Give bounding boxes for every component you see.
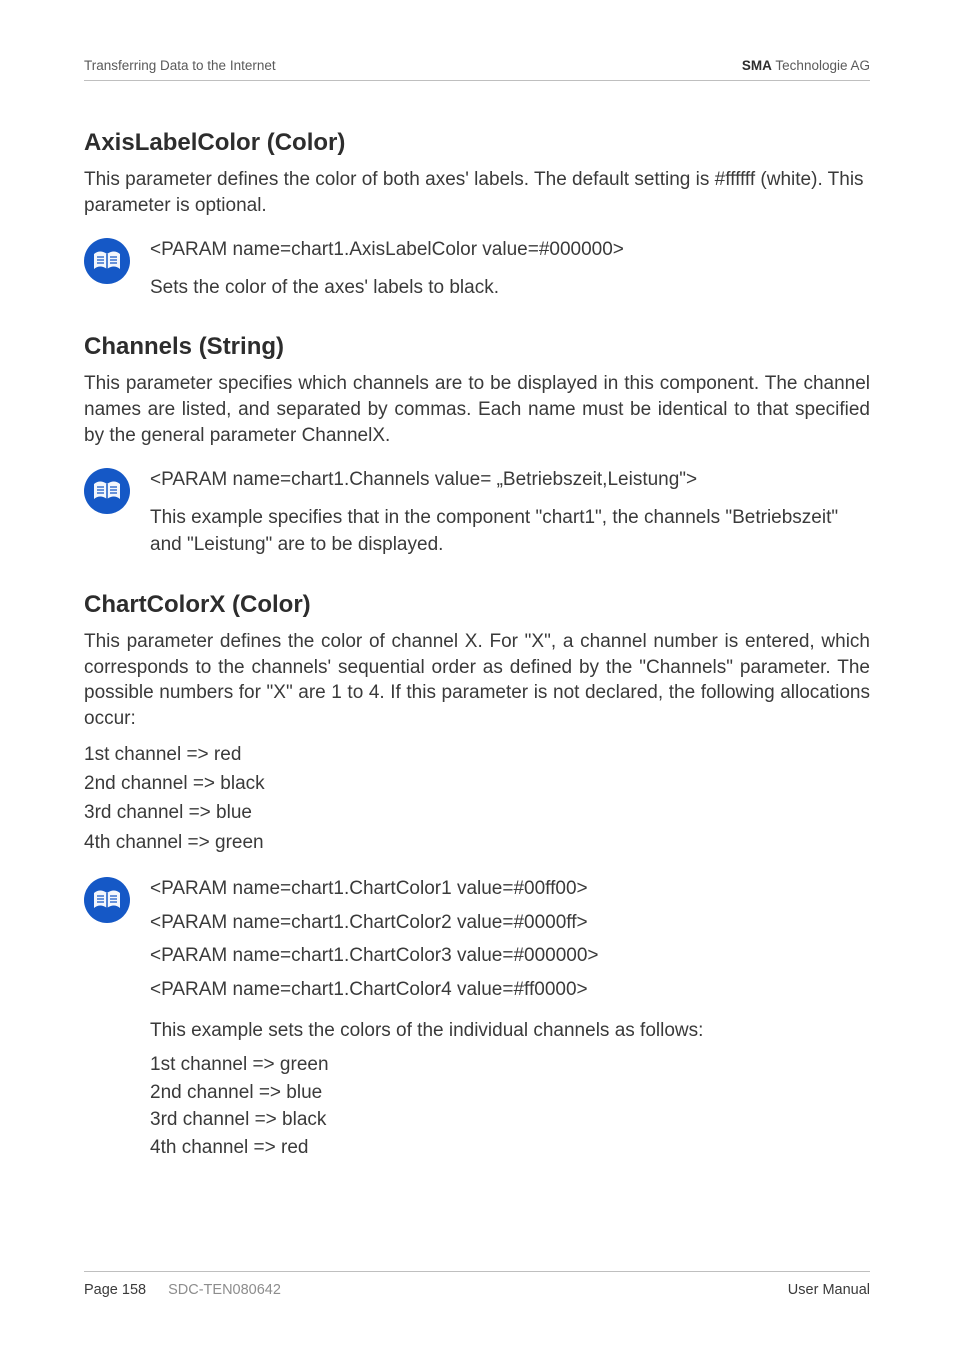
example-channels: <PARAM name=chart1.Channels value= „Betr… — [84, 466, 870, 565]
page-number: Page 158 — [84, 1282, 146, 1298]
heading-axislabelcolor: AxisLabelColor (Color) — [84, 129, 870, 157]
expl-list-item: 3rd channel => black — [150, 1106, 870, 1134]
header-divider — [84, 80, 870, 81]
header-right: SMA Technologie AG — [742, 58, 870, 73]
example-icon-wrap — [84, 236, 132, 284]
expl-channels: This example specifies that in the compo… — [150, 504, 870, 559]
book-icon — [84, 468, 130, 514]
defaults-list: 1st channel => red 2nd channel => black … — [84, 740, 870, 858]
footer-divider — [84, 1271, 870, 1272]
code-axislabelcolor: <PARAM name=chart1.AxisLabelColor value=… — [150, 236, 870, 264]
heading-channels: Channels (String) — [84, 333, 870, 361]
example-icon-wrap — [84, 466, 132, 514]
expl-chartcolorx-intro: This example sets the colors of the indi… — [150, 1017, 870, 1045]
code-line: <PARAM name=chart1.ChartColor3 value=#00… — [150, 942, 870, 970]
default-item: 2nd channel => black — [84, 769, 870, 798]
footer-right: User Manual — [788, 1282, 870, 1298]
code-line: <PARAM name=chart1.ChartColor1 value=#00… — [150, 875, 870, 903]
default-item: 3rd channel => blue — [84, 798, 870, 827]
running-footer: Page 158 SDC-TEN080642 User Manual — [84, 1282, 870, 1298]
book-icon — [84, 877, 130, 923]
expl-list-item: 1st channel => green — [150, 1051, 870, 1079]
running-header: Transferring Data to the Internet SMA Te… — [84, 58, 870, 73]
default-item: 4th channel => green — [84, 828, 870, 857]
expl-list-item: 2nd channel => blue — [150, 1079, 870, 1107]
example-icon-wrap — [84, 875, 132, 923]
book-icon — [84, 238, 130, 284]
heading-chartcolorx: ChartColorX (Color) — [84, 591, 870, 619]
code-line: <PARAM name=chart1.ChartColor2 value=#00… — [150, 909, 870, 937]
desc-axislabelcolor: This parameter defines the color of both… — [84, 167, 870, 218]
brand-suffix: Technologie AG — [772, 58, 870, 73]
expl-list-item: 4th channel => red — [150, 1134, 870, 1162]
header-left: Transferring Data to the Internet — [84, 58, 276, 73]
brand-name: SMA — [742, 58, 772, 73]
example-chartcolorx: <PARAM name=chart1.ChartColor1 value=#00… — [84, 875, 870, 1161]
desc-channels: This parameter specifies which channels … — [84, 371, 870, 448]
default-item: 1st channel => red — [84, 740, 870, 769]
doc-code: SDC-TEN080642 — [168, 1282, 281, 1298]
expl-axislabelcolor: Sets the color of the axes' labels to bl… — [150, 274, 870, 302]
desc-chartcolorx: This parameter defines the color of chan… — [84, 629, 870, 732]
code-line: <PARAM name=chart1.ChartColor4 value=#ff… — [150, 976, 870, 1004]
example-axislabelcolor: <PARAM name=chart1.AxisLabelColor value=… — [84, 236, 870, 307]
code-channels: <PARAM name=chart1.Channels value= „Betr… — [150, 466, 870, 494]
page-content: Transferring Data to the Internet SMA Te… — [0, 0, 954, 1161]
